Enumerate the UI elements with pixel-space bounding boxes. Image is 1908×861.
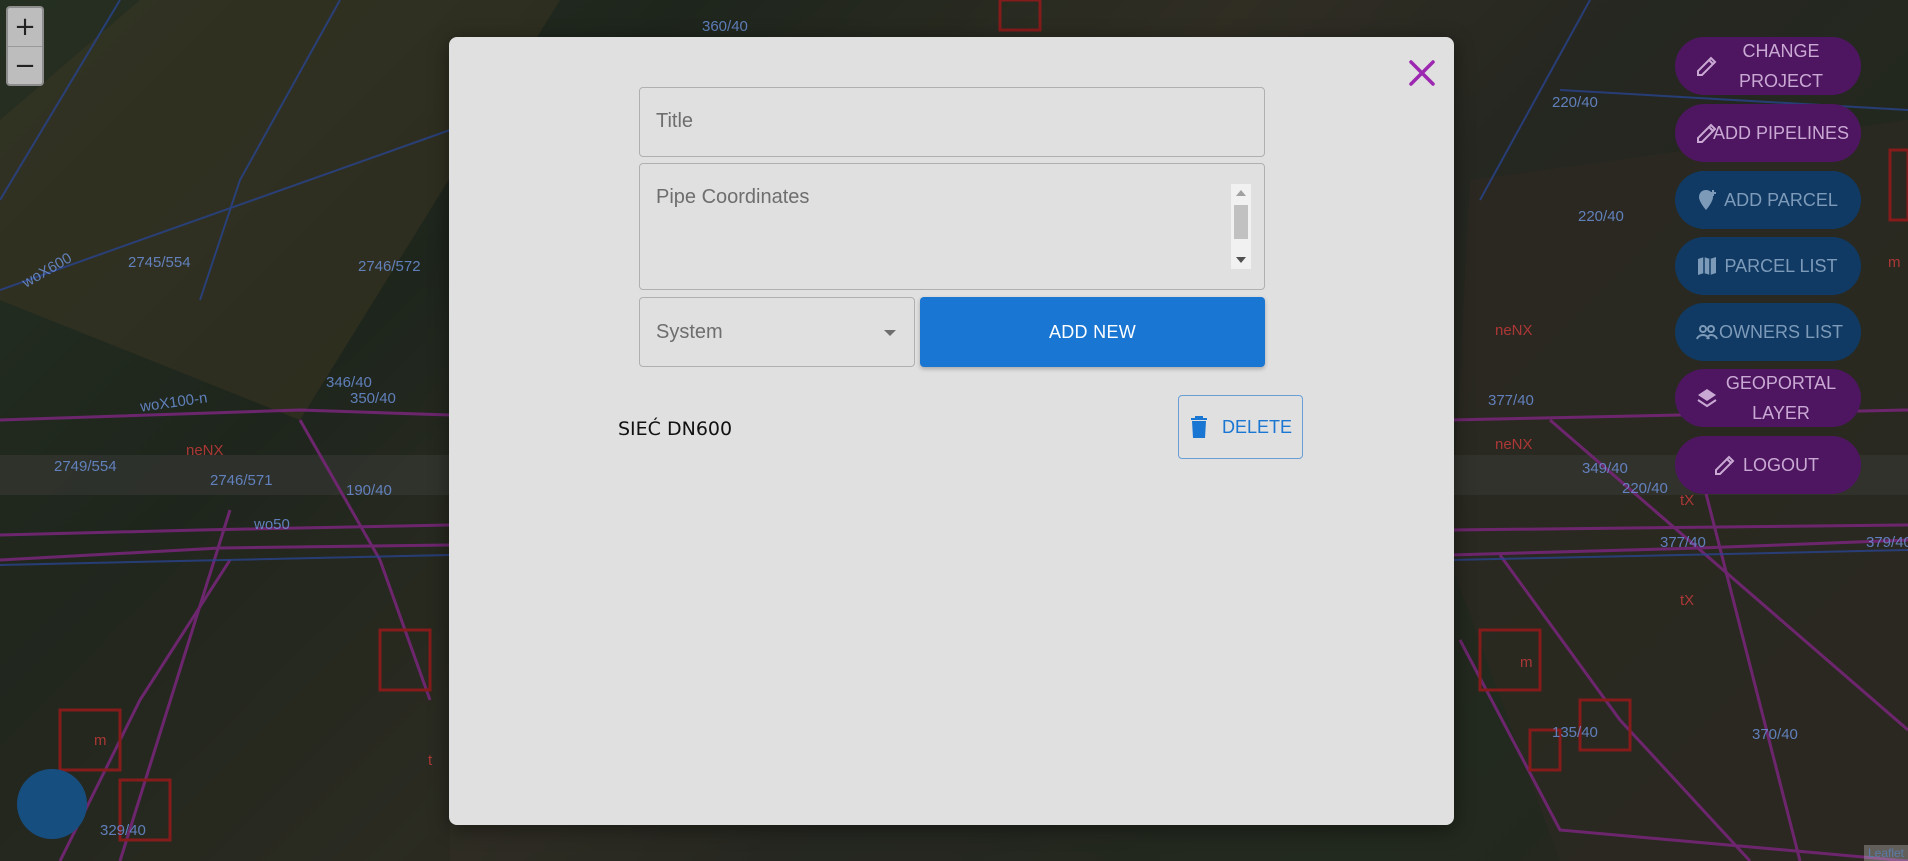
map-pipe-label: wo50 — [254, 516, 290, 533]
map-parcel-label: 329/40 — [100, 822, 146, 839]
map-parcel-label: 220/40 — [1552, 94, 1598, 111]
map-parcel-label: 220/40 — [1622, 480, 1668, 497]
map-parcel-label: 377/40 — [1488, 392, 1534, 409]
change-project-button[interactable]: CHANGE PROJECT — [1675, 37, 1861, 95]
zoom-control: + − — [6, 6, 44, 86]
trash-icon — [1191, 416, 1207, 438]
pencil-icon — [1697, 56, 1717, 76]
delete-button[interactable]: DELETE — [1178, 395, 1303, 459]
map-parcel-label: 379/40 — [1866, 534, 1908, 551]
map-type-label: m — [1888, 254, 1901, 271]
add-pipelines-button[interactable]: ADD PIPELINES — [1675, 104, 1861, 162]
map-parcel-label: 2746/571 — [210, 472, 273, 489]
add-new-button[interactable]: ADD NEW — [920, 297, 1265, 367]
owners-list-button[interactable]: OWNERS LIST — [1675, 303, 1861, 361]
location-button[interactable] — [17, 769, 87, 839]
map-parcel-label: 190/40 — [346, 482, 392, 499]
scroll-down-arrow-icon[interactable] — [1236, 257, 1246, 263]
leaflet-attribution[interactable]: Leaflet — [1863, 845, 1908, 861]
logout-button[interactable]: LOGOUT — [1675, 436, 1861, 494]
close-icon[interactable] — [1405, 56, 1439, 90]
map-parcel-label: 377/40 — [1660, 534, 1706, 551]
map-parcel-label: 360/40 — [702, 18, 748, 35]
title-placeholder: Title — [656, 110, 694, 132]
map-parcel-label: 220/40 — [1578, 208, 1624, 225]
map-type-label: m — [94, 732, 107, 749]
add-parcel-button[interactable]: ADD PARCEL — [1675, 171, 1861, 229]
system-select[interactable]: System — [639, 297, 915, 367]
map-parcel-label: 2745/554 — [128, 254, 191, 271]
map-type-label: tX — [1680, 592, 1695, 609]
system-placeholder: System — [656, 321, 723, 343]
zoom-out-button[interactable]: − — [8, 46, 42, 84]
delete-label: DELETE — [1222, 416, 1293, 437]
map-type-label: tX — [1680, 492, 1695, 509]
map-type-label: neNX — [186, 442, 224, 459]
people-icon — [1696, 325, 1718, 340]
pencil-icon — [1715, 455, 1735, 475]
map-parcel-label: 349/40 — [1582, 460, 1628, 477]
layers-icon — [1697, 389, 1717, 408]
parcel-list-button[interactable]: PARCEL LIST — [1675, 237, 1861, 295]
caret-down-icon — [884, 330, 896, 336]
scroll-up-arrow-icon[interactable] — [1236, 190, 1246, 196]
map-type-label: m — [1520, 654, 1533, 671]
add-location-icon — [1699, 190, 1716, 210]
title-input[interactable]: Title — [639, 87, 1265, 157]
textarea-scrollbar[interactable] — [1231, 184, 1251, 269]
map-parcel-label: 346/40 — [326, 374, 372, 391]
pipe-coordinates-placeholder: Pipe Coordinates — [656, 186, 810, 208]
scroll-thumb[interactable] — [1234, 205, 1248, 239]
map-type-label: neNX — [1495, 436, 1533, 453]
map-type-label: neNX — [1495, 322, 1533, 339]
add-pipeline-dialog: Title Pipe Coordinates System ADD NEW SI… — [449, 37, 1454, 825]
map-type-label: t — [428, 752, 433, 769]
map-icon — [1698, 257, 1716, 275]
map-parcel-label: 135/40 — [1552, 724, 1598, 741]
geoportal-layer-button[interactable]: GEOPORTAL LAYER — [1675, 369, 1861, 427]
pipeline-item-name: SIEĆ DN600 — [618, 418, 733, 440]
map-parcel-label: 370/40 — [1752, 726, 1798, 743]
map-parcel-label: 350/40 — [350, 390, 396, 407]
pencil-icon — [1697, 123, 1717, 143]
map-parcel-label: 2746/572 — [358, 258, 421, 275]
pipe-coordinates-textarea[interactable]: Pipe Coordinates — [639, 163, 1265, 290]
logout-label: LOGOUT — [1742, 455, 1819, 475]
map-parcel-label: 2749/554 — [54, 458, 117, 475]
zoom-in-button[interactable]: + — [8, 8, 42, 46]
